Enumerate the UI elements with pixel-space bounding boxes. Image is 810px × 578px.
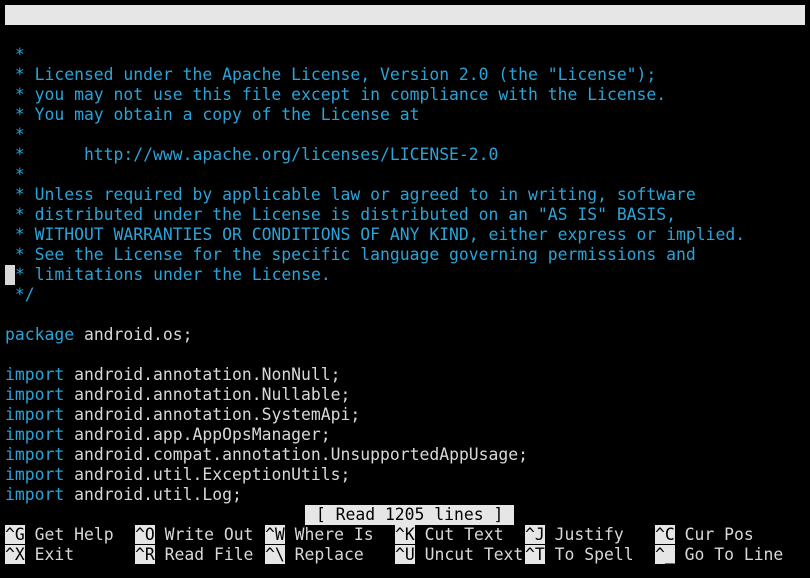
import-path: android.annotation.Nullable; <box>64 385 351 404</box>
shortcut-key: ^T <box>525 545 545 564</box>
code-line: * <box>5 165 25 184</box>
code-line: * Licensed under the Apache License, Ver… <box>5 65 657 84</box>
text-cursor <box>5 265 15 285</box>
code-line-import: import android.annotation.SystemApi; <box>5 405 360 425</box>
code-line-text: * limitations under the License. <box>15 265 331 284</box>
code-line: * distributed under the License is distr… <box>5 205 677 224</box>
shortcut-to-spell[interactable]: ^T To Spell <box>525 545 634 565</box>
import-path: android.annotation.SystemApi; <box>64 405 361 424</box>
code-line-import: import android.app.AppOpsManager; <box>5 425 331 445</box>
keyword: import <box>5 445 65 464</box>
shortcut-key: ^J <box>525 525 545 544</box>
code-line-import: import android.compat.annotation.Unsuppo… <box>5 445 528 465</box>
shortcut-write-out[interactable]: ^O Write Out <box>135 525 253 545</box>
shortcut-key: ^_ <box>655 545 675 564</box>
shortcut-key: ^O <box>135 525 155 544</box>
app-version: GNU nano 2.5.3 <box>25 25 164 44</box>
file-name: File: Binder.java <box>295 45 463 64</box>
shortcut-uncut-text[interactable]: ^U Uncut Text <box>395 545 523 565</box>
shortcut-label: Replace <box>284 545 364 564</box>
title-bar: GNU nano 2.5.3 File: Binder.java <box>5 5 805 64</box>
shortcut-label: Write Out <box>154 525 254 544</box>
import-path: android.compat.annotation.UnsupportedApp… <box>64 445 529 464</box>
code-line: * http://www.apache.org/licenses/LICENSE… <box>5 145 499 164</box>
shortcut-exit[interactable]: ^X Exit <box>5 545 74 565</box>
code-line: * WITHOUT WARRANTIES OR CONDITIONS OF AN… <box>5 225 746 244</box>
keyword: import <box>5 425 65 444</box>
code-line-import: import android.util.Log; <box>5 485 242 505</box>
shortcut-key: ^X <box>5 545 25 564</box>
shortcut-label: Get Help <box>24 525 114 544</box>
shortcut-label: Read File <box>154 545 254 564</box>
shortcut-row-1: ^G Get Help ^O Write Out ^W Where Is ^K … <box>5 525 754 545</box>
code-line-import: import android.annotation.NonNull; <box>5 365 341 385</box>
keyword: import <box>5 385 65 404</box>
shortcut-justify[interactable]: ^J Justify <box>525 525 624 545</box>
package-name: android.os; <box>74 325 193 344</box>
shortcut-where-is[interactable]: ^W Where Is <box>265 525 374 545</box>
shortcut-label: Justify <box>544 525 624 544</box>
shortcut-go-to-line[interactable]: ^_ Go To Line <box>655 545 783 565</box>
status-message: [ Read 1205 lines ] <box>305 505 515 525</box>
code-line: * You may obtain a copy of the License a… <box>5 105 420 124</box>
shortcut-key: ^R <box>135 545 155 564</box>
shortcut-read-file[interactable]: ^R Read File <box>135 545 253 565</box>
keyword: package <box>5 325 75 344</box>
keyword: import <box>5 465 65 484</box>
shortcut-cur-pos[interactable]: ^C Cur Pos <box>655 525 754 545</box>
shortcut-key: ^U <box>395 545 415 564</box>
code-line: * Unless required by applicable law or a… <box>5 185 696 204</box>
import-path: android.annotation.NonNull; <box>64 365 341 384</box>
shortcut-key: ^W <box>265 525 285 544</box>
keyword: import <box>5 405 65 424</box>
code-line: * <box>5 125 25 144</box>
shortcut-label: To Spell <box>544 545 634 564</box>
shortcut-label: Cur Pos <box>674 525 754 544</box>
shortcut-cut-text[interactable]: ^K Cut Text <box>395 525 504 545</box>
code-line-import: import android.annotation.Nullable; <box>5 385 350 405</box>
code-line-cursor: * limitations under the License. <box>5 265 331 285</box>
import-path: android.app.AppOpsManager; <box>64 425 331 444</box>
shortcut-label: Go To Line <box>674 545 784 564</box>
keyword: import <box>5 485 65 504</box>
code-line-import: import android.util.ExceptionUtils; <box>5 465 350 485</box>
code-line: * you may not use this file except in co… <box>5 85 667 104</box>
import-path: android.util.ExceptionUtils; <box>64 465 351 484</box>
shortcut-label: Where Is <box>284 525 374 544</box>
shortcut-key: ^\ <box>265 545 285 564</box>
shortcut-label: Uncut Text <box>414 545 524 564</box>
shortcut-label: Exit <box>24 545 75 564</box>
code-line: */ <box>5 285 35 304</box>
shortcut-row-2: ^X Exit ^R Read File ^\ Replace ^U Uncut… <box>5 545 783 565</box>
shortcut-key: ^K <box>395 525 415 544</box>
keyword: import <box>5 365 65 384</box>
import-path: android.util.Log; <box>64 485 242 504</box>
shortcut-replace[interactable]: ^\ Replace <box>265 545 364 565</box>
shortcut-key: ^C <box>655 525 675 544</box>
code-line: * See the License for the specific langu… <box>5 245 696 264</box>
shortcut-label: Cut Text <box>414 525 504 544</box>
shortcut-key: ^G <box>5 525 25 544</box>
code-line: * <box>5 45 25 64</box>
shortcut-get-help[interactable]: ^G Get Help <box>5 525 114 545</box>
code-line-package: package android.os; <box>5 325 193 345</box>
